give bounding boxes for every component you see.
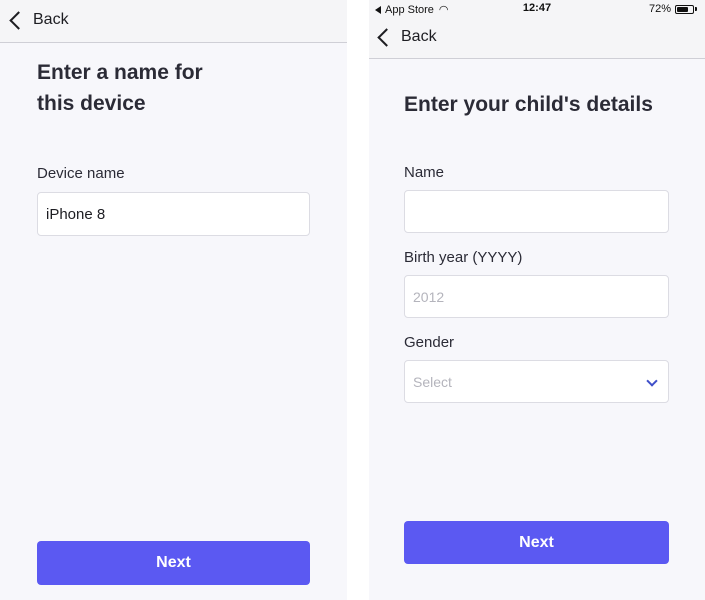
page-title: Enter your child's details: [404, 93, 653, 116]
gender-label: Gender: [404, 334, 455, 351]
name-label: Name: [404, 164, 445, 181]
back-button[interactable]: Back: [376, 27, 437, 47]
page-title-line-1: Enter a name for: [37, 61, 203, 84]
gender-select[interactable]: Select: [404, 360, 669, 403]
status-bar-battery: 72%: [649, 3, 697, 15]
dropdown-chevron-icon: [646, 375, 658, 387]
battery-percent: 72%: [648, 3, 671, 15]
device-name-label: Device name: [37, 165, 125, 182]
back-label: Back: [401, 28, 437, 45]
back-chevron-icon: [377, 27, 396, 47]
gender-placeholder: Select: [413, 373, 452, 390]
device-name-screen: Back Enter a name for this device Device…: [0, 0, 347, 600]
child-details-screen: App Store ◠ 12:47 72% Back Enter your ch…: [369, 0, 705, 600]
back-chevron-icon: [9, 10, 28, 30]
device-name-value: iPhone 8: [46, 205, 106, 223]
next-button[interactable]: Next: [404, 521, 669, 564]
battery-icon: [675, 4, 694, 14]
battery-tip: [695, 7, 697, 11]
page-title-line-2: this device: [37, 92, 146, 115]
back-label: Back: [33, 11, 69, 28]
nav-bar: Back: [369, 18, 705, 59]
birth-year-label: Birth year (YYYY): [404, 249, 523, 266]
birth-year-placeholder: 2012: [413, 288, 445, 305]
nav-bar: Back: [0, 0, 347, 43]
device-name-input[interactable]: iPhone 8: [37, 192, 310, 236]
next-button[interactable]: Next: [37, 541, 310, 585]
battery-fill: [677, 6, 688, 12]
back-button[interactable]: Back: [8, 10, 69, 30]
page-title: Enter a name for this device: [37, 57, 277, 119]
status-bar: App Store ◠ 12:47 72%: [369, 0, 705, 18]
birth-year-input[interactable]: 2012: [404, 275, 669, 318]
name-input[interactable]: [404, 190, 669, 233]
